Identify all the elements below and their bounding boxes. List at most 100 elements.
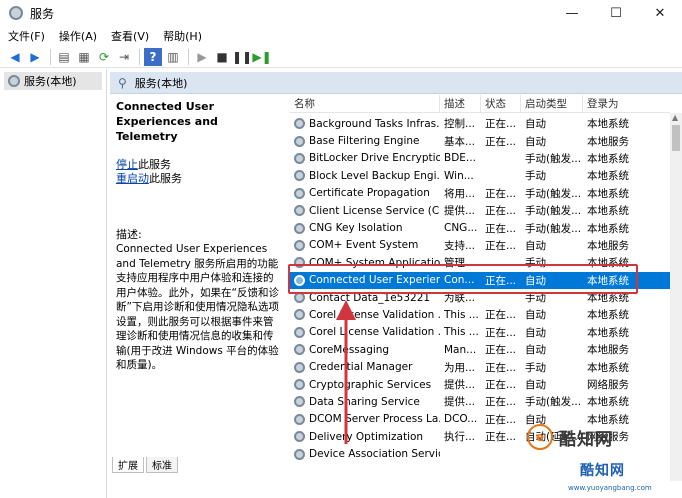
table-row[interactable]: Certificate Propagation 将用... 正在... 手动(触发..… [290, 185, 670, 202]
service-gear-icon [294, 222, 305, 234]
service-name-text: Block Level Backup Engi... [309, 169, 440, 182]
service-startup-cell: 手动(触发... [525, 205, 582, 218]
restart-service-link[interactable]: 重启动 [116, 172, 149, 185]
menu-view[interactable]: 查看(V) [111, 28, 149, 44]
service-name-cell: BitLocker Drive Encryptio... [290, 152, 440, 164]
service-status-cell: 正在... [485, 326, 517, 339]
service-logon-cell: 本地系统 [587, 396, 629, 409]
service-description-cell: Win... [444, 169, 474, 182]
watermark-url: www.yuoyangbang.com [568, 484, 652, 492]
window-controls: — ☐ ✕ [550, 0, 682, 26]
service-name-text: Client License Service (Cli... [309, 204, 440, 217]
service-name-text: CNG Key Isolation [309, 222, 403, 235]
service-gear-icon [294, 309, 305, 321]
service-startup-cell: 手动(触发... [525, 222, 582, 235]
play-icon[interactable]: ▶ [193, 48, 211, 66]
menu-help[interactable]: 帮助(H) [163, 28, 202, 44]
service-gear-icon [294, 118, 305, 130]
help-icon[interactable]: ? [144, 47, 162, 66]
tab-standard[interactable]: 标准 [146, 457, 178, 473]
minimize-button[interactable]: — [550, 0, 594, 26]
scrollbar-thumb[interactable] [672, 125, 680, 151]
table-row[interactable]: COM+ Event System 支持... 正在... 自动 本地服务 [290, 237, 670, 254]
menu-file[interactable]: 文件(F) [8, 28, 45, 44]
table-row[interactable]: CNG Key Isolation CNG... 正在... 手动(触发... 本地系统 [290, 219, 670, 236]
service-name-text: Corel License Validation ... [309, 326, 440, 339]
service-logon-cell: 本地系统 [587, 118, 629, 131]
service-gear-icon [294, 152, 305, 164]
service-description-cell: Man... [444, 343, 477, 356]
service-name-text: Delivery Optimization [309, 430, 424, 443]
forward-icon[interactable]: ▶ [26, 48, 44, 66]
back-icon[interactable]: ◀ [6, 48, 24, 66]
service-status-cell: 正在... [485, 222, 517, 235]
stop-icon[interactable]: ■ [213, 48, 231, 66]
service-status-cell: 正在... [485, 118, 517, 131]
service-description-cell: DCO... [444, 413, 478, 426]
service-name-cell: Block Level Backup Engi... [290, 170, 440, 182]
service-startup-cell: 自动 [525, 239, 546, 252]
vertical-scrollbar[interactable]: ▲ [670, 113, 682, 481]
stop-service-link[interactable]: 停止 [116, 158, 138, 171]
close-button[interactable]: ✕ [638, 0, 682, 26]
refresh-icon[interactable]: ⟳ [95, 48, 113, 66]
table-row[interactable]: Block Level Backup Engi... Win... 手动 本地系统 [290, 167, 670, 184]
col-status[interactable]: 状态 [481, 95, 521, 113]
restart-link-suffix: 此服务 [149, 172, 182, 185]
col-description[interactable]: 描述 [440, 95, 481, 113]
service-status-cell: 正在... [485, 239, 517, 252]
service-logon-cell: 本地服务 [587, 135, 629, 148]
table-row[interactable]: Client License Service (Cli... 提供... 正在...… [290, 202, 670, 219]
service-status-cell: 正在... [485, 205, 517, 218]
pause-icon[interactable]: ❚❚ [232, 48, 252, 66]
tab-extended[interactable]: 扩展 [112, 457, 144, 473]
restart-icon[interactable]: ▶❚ [252, 48, 271, 66]
service-logon-cell: 本地系统 [587, 187, 629, 200]
arrow-annotation [336, 300, 356, 444]
service-name-text: Base Filtering Engine [309, 135, 420, 148]
description-text: Connected User Experiences and Telemetry… [116, 243, 279, 371]
service-name-cell: COM+ Event System [290, 239, 440, 251]
service-gear-icon [294, 205, 305, 217]
service-name-text: BitLocker Drive Encryptio... [309, 152, 440, 165]
scroll-up-icon[interactable]: ▲ [672, 113, 678, 122]
service-gear-icon [294, 413, 305, 425]
view-tabs: 扩展 标准 [112, 457, 180, 473]
export-icon[interactable]: ⇥ [115, 48, 133, 66]
col-startup-type[interactable]: 启动类型 [521, 95, 583, 113]
service-logon-cell: 本地系统 [587, 205, 629, 218]
search-icon: ⚲ [118, 75, 127, 90]
service-startup-cell: 手动(触发... [525, 152, 582, 165]
table-row[interactable]: Base Filtering Engine 基本... 正在... 自动 本地服务 [290, 132, 670, 149]
service-action-links: 停止此服务 重启动此服务 [116, 158, 280, 186]
properties-icon[interactable]: ▦ [75, 48, 93, 66]
tree-item-label: 服务(本地) [24, 75, 77, 88]
service-description-cell: 支持... [444, 239, 476, 252]
watermark-logo: e 酷知网 [527, 424, 613, 450]
service-description-cell: 基本... [444, 135, 476, 148]
table-row[interactable]: Background Tasks Infras... 控制... 正在... 自动 本地… [290, 115, 670, 132]
service-name-cell: Background Tasks Infras... [290, 118, 440, 130]
column-header-row: ^ 名称 描述 状态 启动类型 登录为 [290, 95, 670, 113]
sort-ascending-icon: ^ [358, 95, 366, 102]
service-logon-cell: 本地系统 [587, 326, 629, 339]
console-tree-icon[interactable]: ▤ [55, 48, 73, 66]
table-row[interactable]: BitLocker Drive Encryptio... BDE... 手动(触发.… [290, 150, 670, 167]
pane-header: ⚲ 服务(本地) [110, 72, 682, 94]
service-name-text: Credential Manager [309, 361, 413, 374]
service-name-cell: Corel License Validation ... [290, 326, 440, 338]
watermark-circle-icon: e [527, 424, 553, 450]
menu-action[interactable]: 操作(A) [59, 28, 97, 44]
window-title: 服务 [30, 6, 55, 21]
col-logon-as[interactable]: 登录为 [583, 95, 638, 113]
watermark-brand: 酷知网 [559, 429, 613, 450]
service-name-text: Corel License Validation ... [309, 308, 440, 321]
service-logon-cell: 本地系统 [587, 361, 629, 374]
show-hide-icon[interactable]: ▥ [164, 48, 182, 66]
maximize-button[interactable]: ☐ [594, 0, 638, 26]
service-name-cell: Client License Service (Cli... [290, 205, 440, 217]
service-status-cell: 正在... [485, 413, 517, 426]
tree-item-services-local[interactable]: 服务(本地) [4, 72, 102, 90]
service-status-cell: 正在... [485, 431, 517, 444]
service-name-cell: Certificate Propagation [290, 187, 440, 199]
